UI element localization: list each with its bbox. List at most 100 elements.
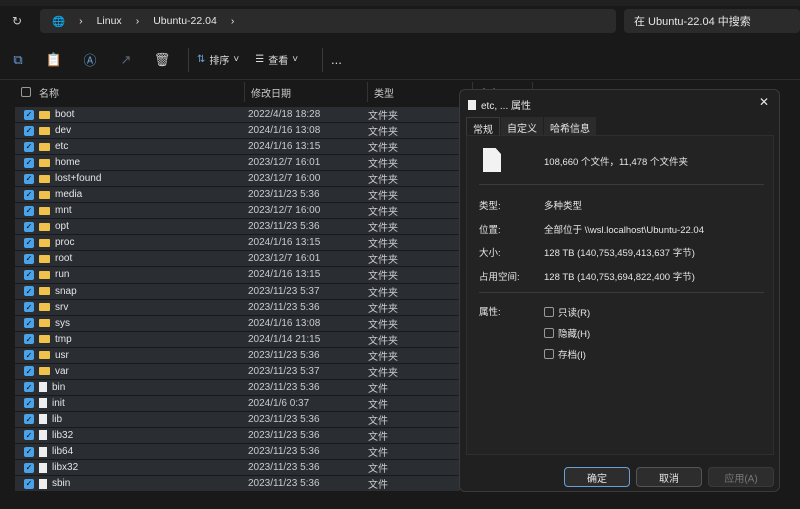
paste-icon[interactable]: 📋: [36, 52, 72, 68]
date-cell: 2023/12/7 16:01: [248, 253, 321, 265]
row-checkbox[interactable]: ✓: [24, 189, 34, 200]
select-all-checkbox[interactable]: [21, 87, 31, 97]
row-checkbox[interactable]: ✓: [24, 350, 34, 361]
type-label: 类型:: [479, 201, 501, 212]
row-checkbox[interactable]: ✓: [24, 109, 34, 120]
file-row[interactable]: ✓ root 2023/12/7 16:01 文件夹: [15, 251, 460, 268]
file-row[interactable]: ✓ media 2023/11/23 5:36 文件夹: [15, 187, 460, 204]
row-checkbox[interactable]: ✓: [24, 462, 34, 473]
file-row[interactable]: ✓ var 2023/11/23 5:37 文件夹: [15, 363, 460, 380]
file-name: boot: [55, 109, 75, 121]
row-checkbox[interactable]: ✓: [24, 334, 34, 345]
row-checkbox[interactable]: ✓: [24, 125, 34, 136]
chevron-icon[interactable]: ›: [231, 15, 235, 27]
row-checkbox[interactable]: ✓: [24, 221, 34, 232]
name-cell: ✓ lost+found: [15, 173, 245, 184]
file-row[interactable]: ✓ dev 2024/1/16 13:08 文件夹: [15, 123, 460, 140]
share-icon[interactable]: ↗: [108, 52, 144, 68]
file-row[interactable]: ✓ bin 2023/11/23 5:36 文件: [15, 379, 460, 396]
folder-icon: [39, 287, 50, 296]
search-input[interactable]: 在 Ubuntu-22.04 中搜索: [624, 9, 800, 33]
row-checkbox[interactable]: ✓: [24, 173, 34, 184]
file-row[interactable]: ✓ lib 2023/11/23 5:36 文件: [15, 411, 460, 428]
apply-button[interactable]: 应用(A): [708, 467, 774, 487]
ok-button[interactable]: 确定: [564, 467, 630, 487]
breadcrumb-linux[interactable]: Linux: [97, 15, 122, 27]
view-icon: ☰: [255, 54, 265, 65]
row-checkbox[interactable]: ✓: [24, 478, 34, 489]
archive-checkbox[interactable]: 存档(I): [544, 347, 586, 361]
date-cell: 2024/1/14 21:15: [248, 333, 321, 345]
date-cell: 2023/12/7 16:00: [248, 205, 321, 217]
sort-button[interactable]: ⇅ 排序 ˅: [197, 52, 239, 67]
file-name: lib64: [52, 446, 74, 457]
name-cell: ✓ lib: [15, 414, 245, 425]
view-button[interactable]: ☰ 查看 ˅: [255, 52, 298, 67]
row-checkbox[interactable]: ✓: [24, 414, 34, 425]
file-row[interactable]: ✓ sys 2024/1/16 13:08 文件夹: [15, 315, 460, 332]
file-row[interactable]: ✓ opt 2023/11/23 5:36 文件夹: [15, 219, 460, 236]
cancel-button[interactable]: 取消: [636, 467, 702, 487]
row-checkbox[interactable]: ✓: [24, 318, 34, 329]
type-cell: 文件夹: [368, 175, 398, 187]
type-cell: 文件: [368, 480, 388, 492]
row-checkbox[interactable]: ✓: [24, 430, 34, 441]
type-cell: 文件: [368, 464, 388, 476]
file-row[interactable]: ✓ mnt 2023/12/7 16:00 文件夹: [15, 203, 460, 220]
file-row[interactable]: ✓ sbin 2023/11/23 5:36 文件: [15, 476, 460, 493]
file-row[interactable]: ✓ lib32 2023/11/23 5:36 文件: [15, 427, 460, 444]
file-row[interactable]: ✓ snap 2023/11/23 5:37 文件夹: [15, 283, 460, 300]
hidden-checkbox[interactable]: 隐藏(H): [544, 326, 590, 340]
type-cell: 文件: [368, 415, 388, 427]
file-row[interactable]: ✓ usr 2023/11/23 5:36 文件夹: [15, 347, 460, 364]
type-value: 多种类型: [544, 201, 583, 212]
refresh-icon[interactable]: ↻: [12, 14, 22, 28]
close-icon[interactable]: ✕: [759, 95, 769, 109]
file-row[interactable]: ✓ lib64 2023/11/23 5:36 文件: [15, 443, 460, 461]
delete-icon[interactable]: 🗑: [144, 52, 180, 68]
row-checkbox[interactable]: ✓: [24, 269, 34, 280]
column-date[interactable]: 修改日期: [245, 82, 368, 102]
file-row[interactable]: ✓ etc 2024/1/16 13:15 文件夹: [15, 139, 460, 156]
row-checkbox[interactable]: ✓: [24, 253, 34, 264]
column-type[interactable]: 类型: [368, 82, 473, 102]
file-row[interactable]: ✓ srv 2023/11/23 5:36 文件夹: [15, 299, 460, 316]
file-row[interactable]: ✓ home 2023/12/7 16:01 文件夹: [15, 155, 460, 172]
toolbar: ⧉ 📋 Ⓐ ↗ 🗑 ⇅ 排序 ˅ ☰ 查看 ˅ ...: [0, 40, 800, 80]
divider: [188, 47, 189, 72]
row-checkbox[interactable]: ✓: [24, 141, 34, 152]
row-checkbox[interactable]: ✓: [24, 157, 34, 168]
row-checkbox[interactable]: ✓: [24, 237, 34, 248]
row-checkbox[interactable]: ✓: [24, 382, 34, 393]
file-row[interactable]: ✓ tmp 2024/1/14 21:15 文件夹: [15, 331, 460, 348]
row-checkbox[interactable]: ✓: [24, 302, 34, 313]
copy-icon[interactable]: ⧉: [0, 52, 36, 68]
file-row[interactable]: ✓ init 2024/1/6 0:37 文件: [15, 395, 460, 412]
checkbox-box[interactable]: [544, 349, 554, 359]
file-row[interactable]: ✓ proc 2024/1/16 13:15 文件夹: [15, 235, 460, 252]
file-row[interactable]: ✓ boot 2022/4/18 18:28 文件夹: [15, 107, 460, 124]
location-label: 位置:: [479, 225, 501, 236]
more-button[interactable]: ...: [331, 52, 342, 67]
checkbox-box[interactable]: [544, 307, 554, 317]
file-row[interactable]: ✓ libx32 2023/11/23 5:36 文件: [15, 460, 460, 477]
date-cell: 2023/11/23 5:37: [248, 365, 320, 377]
row-checkbox[interactable]: ✓: [24, 446, 34, 457]
row-checkbox[interactable]: ✓: [24, 286, 34, 297]
file-row[interactable]: ✓ run 2024/1/16 13:15 文件夹: [15, 267, 460, 284]
address-bar[interactable]: 🌐 › Linux › Ubuntu-22.04 ›: [40, 9, 616, 33]
type-cell: 文件: [368, 448, 388, 459]
type-cell: 文件夹: [368, 111, 398, 123]
name-cell: ✓ tmp: [15, 334, 245, 345]
readonly-checkbox[interactable]: 只读(R): [544, 305, 590, 319]
folder-icon: [39, 351, 50, 360]
row-checkbox[interactable]: ✓: [24, 366, 34, 377]
breadcrumb-ubuntu[interactable]: Ubuntu-22.04: [153, 15, 217, 27]
file-row[interactable]: ✓ lost+found 2023/12/7 16:00 文件夹: [15, 171, 460, 188]
checkbox-box[interactable]: [544, 328, 554, 338]
row-checkbox[interactable]: ✓: [24, 398, 34, 409]
row-checkbox[interactable]: ✓: [24, 205, 34, 216]
column-name[interactable]: 名称: [15, 82, 245, 102]
file-icon: [39, 398, 47, 409]
rename-icon[interactable]: Ⓐ: [72, 50, 108, 69]
